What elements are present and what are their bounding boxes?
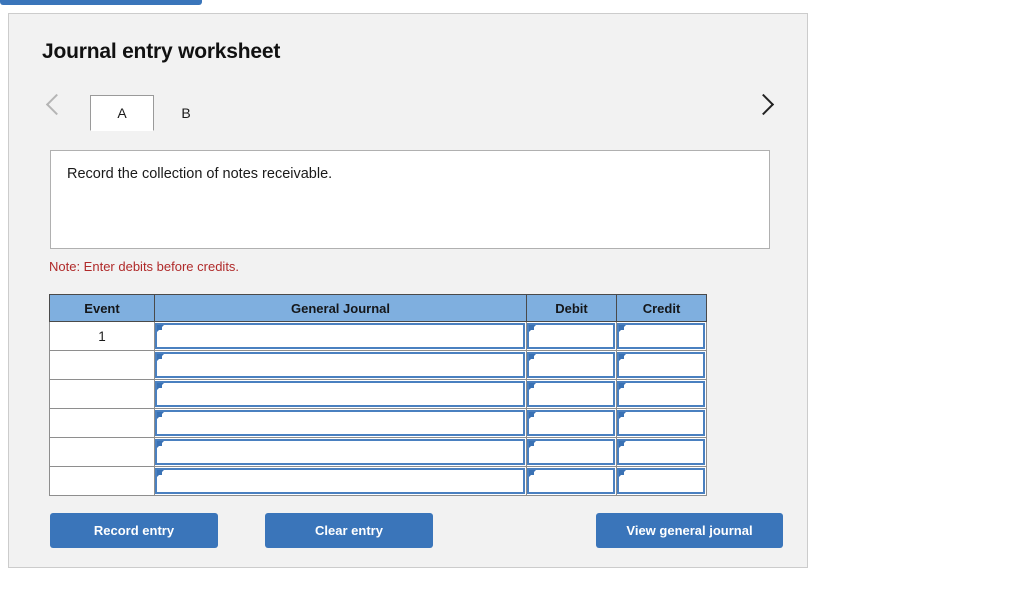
credit-cell[interactable] (616, 321, 707, 351)
credit-input[interactable] (617, 468, 705, 494)
debits-before-credits-note: Note: Enter debits before credits. (49, 259, 240, 274)
credit-input[interactable] (617, 323, 705, 349)
chevron-left-icon[interactable] (42, 82, 70, 126)
column-header-debit: Debit (526, 294, 617, 322)
debit-cell[interactable] (526, 466, 617, 496)
debit-cell[interactable] (526, 321, 617, 351)
column-header-credit: Credit (616, 294, 707, 322)
clear-entry-button[interactable]: Clear entry (265, 513, 433, 548)
credit-input[interactable] (617, 410, 705, 436)
credit-cell[interactable] (616, 350, 707, 380)
credit-input[interactable] (617, 381, 705, 407)
general-journal-input[interactable] (155, 323, 525, 349)
transaction-description-box: Record the collection of notes receivabl… (50, 150, 770, 249)
event-cell (49, 408, 155, 438)
general-journal-input[interactable] (155, 468, 525, 494)
column-header-general-journal: General Journal (154, 294, 527, 322)
general-journal-cell[interactable] (154, 379, 527, 409)
column-header-event: Event (49, 294, 155, 322)
credit-cell[interactable] (616, 408, 707, 438)
table-row: 1 (49, 321, 707, 351)
tab-b-label: B (181, 105, 191, 121)
debit-input[interactable] (527, 381, 615, 407)
credit-cell[interactable] (616, 437, 707, 467)
worksheet-tab-strip: A B (42, 82, 777, 131)
table-row (49, 379, 707, 409)
debit-input[interactable] (527, 439, 615, 465)
view-general-journal-button[interactable]: View general journal (596, 513, 783, 548)
chevron-left-glyph (45, 93, 67, 115)
debit-cell[interactable] (526, 379, 617, 409)
general-journal-input[interactable] (155, 410, 525, 436)
chevron-right-icon[interactable] (749, 82, 777, 126)
general-journal-cell[interactable] (154, 408, 527, 438)
general-journal-input[interactable] (155, 439, 525, 465)
journal-entry-table: Event General Journal Debit Credit 1 (49, 294, 707, 496)
debit-input[interactable] (527, 410, 615, 436)
general-journal-cell[interactable] (154, 321, 527, 351)
debit-cell[interactable] (526, 437, 617, 467)
table-row (49, 408, 707, 438)
debit-input[interactable] (527, 323, 615, 349)
table-row (49, 350, 707, 380)
general-journal-cell[interactable] (154, 466, 527, 496)
chevron-right-glyph (752, 93, 774, 115)
general-journal-input[interactable] (155, 381, 525, 407)
tab-a-label: A (117, 105, 127, 121)
debit-cell[interactable] (526, 350, 617, 380)
top-cutoff-button[interactable] (0, 0, 202, 5)
debit-cell[interactable] (526, 408, 617, 438)
tab-a[interactable]: A (90, 95, 154, 131)
page-title: Journal entry worksheet (42, 40, 281, 63)
credit-cell[interactable] (616, 379, 707, 409)
general-journal-cell[interactable] (154, 437, 527, 467)
event-cell (49, 466, 155, 496)
debit-input[interactable] (527, 352, 615, 378)
table-row (49, 466, 707, 496)
table-header-row: Event General Journal Debit Credit (49, 294, 707, 322)
event-cell (49, 379, 155, 409)
general-journal-cell[interactable] (154, 350, 527, 380)
debit-input[interactable] (527, 468, 615, 494)
credit-input[interactable] (617, 439, 705, 465)
event-cell (49, 350, 155, 380)
record-entry-button[interactable]: Record entry (50, 513, 218, 548)
table-row (49, 437, 707, 467)
event-cell: 1 (49, 321, 155, 351)
credit-input[interactable] (617, 352, 705, 378)
tab-b[interactable]: B (154, 95, 218, 131)
transaction-description-text: Record the collection of notes receivabl… (67, 166, 333, 182)
credit-cell[interactable] (616, 466, 707, 496)
journal-entry-worksheet-panel: Journal entry worksheet A B Record the c… (8, 13, 808, 568)
event-cell (49, 437, 155, 467)
general-journal-input[interactable] (155, 352, 525, 378)
